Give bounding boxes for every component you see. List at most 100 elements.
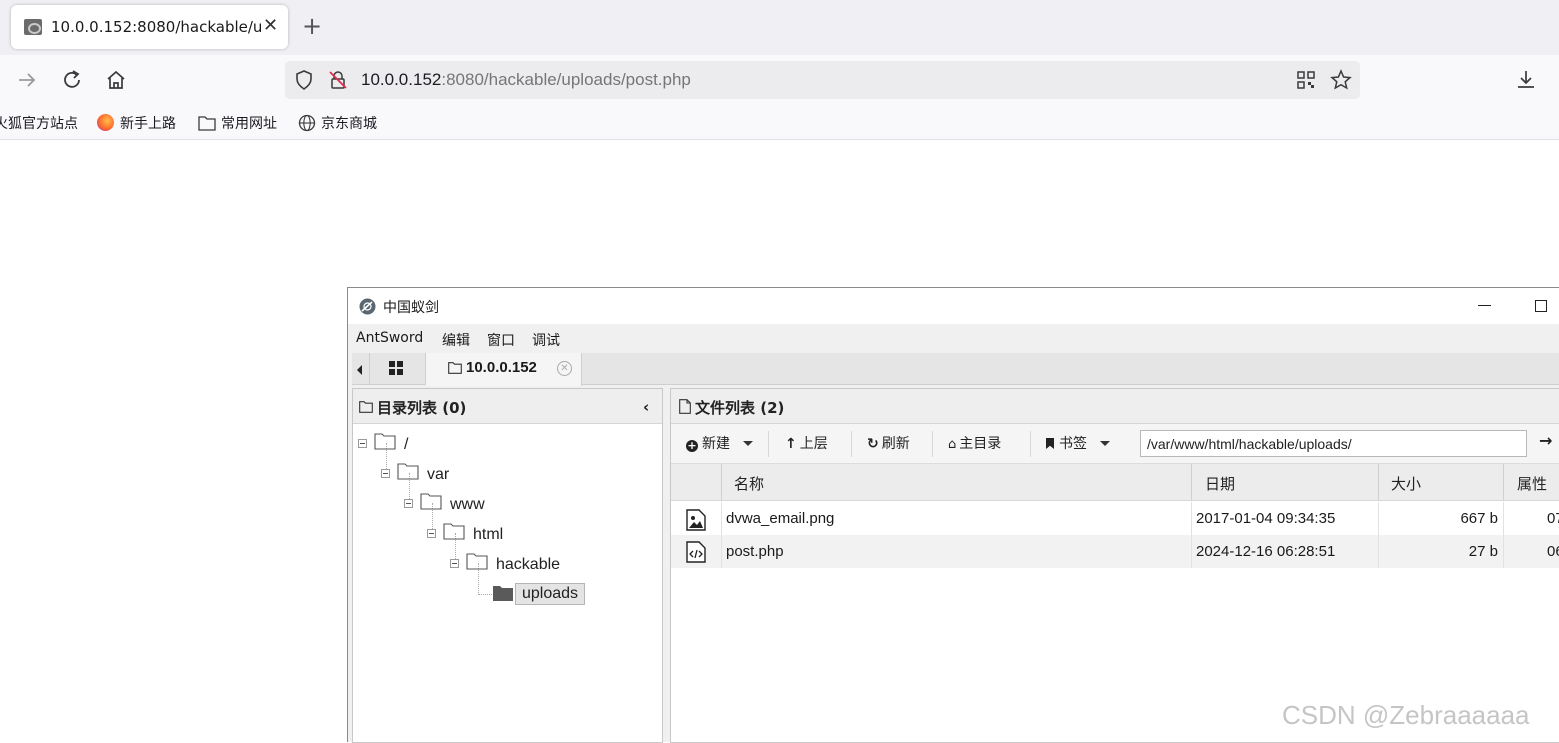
tree-node-uploads-selected[interactable]: uploads [515, 583, 586, 605]
file-date: 2024-12-16 06:28:51 [1196, 543, 1336, 560]
browser-tab[interactable]: 10.0.0.152:8080/hackable/up ✕ [11, 5, 288, 49]
file-grid-header: 名称 日期 大小 属性 [671, 464, 1559, 501]
tree-collapse-toggle[interactable] [427, 529, 436, 538]
new-tab-plus-icon[interactable]: + [302, 14, 322, 38]
tree-collapse-toggle[interactable] [450, 559, 459, 568]
file-row[interactable]: dvwa_email.png 2017-01-04 09:34:35 667 b… [671, 502, 1559, 535]
insecure-lock-icon[interactable] [327, 69, 349, 91]
tree-collapse-toggle[interactable] [358, 439, 367, 448]
column-date[interactable]: 日期 [1205, 473, 1235, 494]
antsword-window: 中国蚁剑 AntSword 编辑 窗口 调试 10.0.0.152 ✕ 目录列表… [347, 287, 1559, 743]
up-label: 上层 [799, 436, 828, 452]
tree-collapse-toggle[interactable] [381, 469, 390, 478]
workspace-tab-bar: 10.0.0.152 ✕ [352, 353, 1559, 386]
menu-edit[interactable]: 编辑 [442, 330, 470, 350]
column-size[interactable]: 大小 [1391, 473, 1421, 494]
bookmark-firefox-official[interactable]: 火狐官方站点 [0, 113, 78, 133]
reload-icon[interactable] [59, 67, 85, 93]
menu-window[interactable]: 窗口 [487, 330, 515, 350]
column-divider [1503, 502, 1504, 535]
refresh-button[interactable]: ↻ 刷新 [867, 433, 910, 453]
url-text[interactable]: 10.0.0.152:8080/hackable/uploads/post.ph… [361, 70, 691, 90]
grid-icon [389, 361, 403, 375]
folder-filled-icon [493, 586, 513, 601]
tab-file-manager[interactable]: 10.0.0.152 ✕ [426, 353, 582, 386]
home-dir-button[interactable]: ⌂ 主目录 [948, 433, 1001, 453]
new-label: 新建 [702, 436, 730, 452]
bookmark-label: 火狐官方站点 [0, 116, 78, 132]
navigation-bar: 10.0.0.152:8080/hackable/uploads/post.ph… [0, 55, 1559, 105]
close-tab-icon[interactable]: ✕ [557, 361, 572, 376]
tree-collapse-toggle[interactable] [404, 499, 413, 508]
column-divider [1378, 535, 1379, 568]
close-tab-icon[interactable]: ✕ [263, 15, 278, 36]
menu-debug[interactable]: 调试 [532, 330, 560, 350]
file-row[interactable]: post.php 2024-12-16 06:28:51 27 b 06 [671, 535, 1559, 568]
file-name: post.php [726, 543, 784, 560]
address-bar[interactable]: 10.0.0.152:8080/hackable/uploads/post.ph… [285, 61, 1360, 99]
column-divider [1378, 502, 1379, 535]
bookmark-label: 新手上路 [120, 116, 176, 132]
downloads-icon[interactable] [1513, 67, 1539, 93]
maximize-button[interactable] [1535, 300, 1547, 312]
bookmarks-dropdown-button[interactable]: 书签 [1046, 433, 1111, 453]
folder-icon [359, 401, 373, 413]
refresh-icon: ↻ [867, 436, 879, 452]
file-toolbar: + 新建 ↑上层 ↻刷新 ⌂主目录 书签 → [671, 424, 1559, 464]
folder-icon [198, 116, 216, 131]
new-dropdown-button[interactable]: + 新建 [686, 433, 754, 453]
shield-icon[interactable] [293, 69, 315, 91]
firefox-logo-icon [97, 114, 114, 131]
tree-node-hackable[interactable]: hackable [496, 556, 560, 574]
folder-icon [374, 433, 396, 450]
bookmark-label: 书签 [1059, 436, 1087, 452]
collapse-panel-chevron-icon[interactable]: ‹ [643, 398, 649, 416]
bookmarks-bar: 火狐官方站点 新手上路 常用网址 京东商城 [0, 105, 1559, 140]
column-attr[interactable]: 属性 [1517, 473, 1547, 494]
bookmark-common-sites[interactable]: 常用网址 [198, 113, 277, 133]
toolbar-separator [768, 431, 769, 457]
file-name: dvwa_email.png [726, 510, 835, 527]
bookmark-getting-started[interactable]: 新手上路 [97, 113, 176, 133]
tab-label: 10.0.0.152 [466, 359, 537, 376]
bookmark-icon [1046, 438, 1054, 449]
tree-node-root[interactable]: / [404, 436, 408, 454]
tree-node-www[interactable]: www [450, 496, 485, 514]
tree-connector [478, 594, 492, 595]
column-divider [1503, 535, 1504, 568]
image-file-icon [686, 509, 706, 531]
plus-circle-icon: + [686, 439, 698, 452]
watermark: CSDN @Zebraaaaaa [1282, 700, 1530, 730]
file-attr: 06 [1547, 543, 1559, 560]
column-name[interactable]: 名称 [734, 473, 764, 494]
path-input[interactable] [1140, 430, 1527, 457]
menu-antsword[interactable]: AntSword [356, 330, 423, 346]
folder-icon [397, 463, 419, 480]
window-title: 中国蚁剑 [383, 300, 439, 316]
tree-node-html[interactable]: html [473, 526, 503, 544]
qr-code-icon[interactable] [1296, 70, 1316, 90]
file-list-header: 文件列表 (2) [671, 389, 1559, 424]
minimize-button[interactable] [1478, 305, 1491, 306]
tab-scroll-left-button[interactable] [352, 353, 370, 384]
window-titlebar[interactable]: 中国蚁剑 [348, 288, 1559, 324]
caret-down-icon [743, 441, 754, 446]
bookmark-jd-mall[interactable]: 京东商城 [298, 113, 377, 133]
column-divider [1378, 464, 1379, 501]
home-icon[interactable] [103, 67, 129, 93]
code-file-icon [686, 541, 706, 563]
forward-arrow-icon[interactable] [14, 67, 40, 93]
tab-dashboard[interactable] [370, 353, 426, 384]
bookmark-label: 常用网址 [221, 116, 277, 132]
tree-node-var[interactable]: var [427, 466, 449, 484]
antsword-logo-icon [359, 298, 376, 315]
url-path: :8080/hackable/uploads/post.php [441, 70, 691, 89]
tab-title: 10.0.0.152:8080/hackable/up [51, 18, 261, 36]
go-arrow-right-icon[interactable]: → [1539, 431, 1552, 450]
bookmark-star-icon[interactable] [1330, 69, 1352, 91]
column-divider [1503, 464, 1504, 501]
menu-bar: AntSword 编辑 窗口 调试 [348, 324, 1559, 353]
up-level-button[interactable]: ↑ 上层 [785, 433, 828, 453]
browser-tab-strip: 10.0.0.152:8080/hackable/up ✕ + [0, 0, 1559, 55]
caret-down-icon [1100, 441, 1111, 446]
